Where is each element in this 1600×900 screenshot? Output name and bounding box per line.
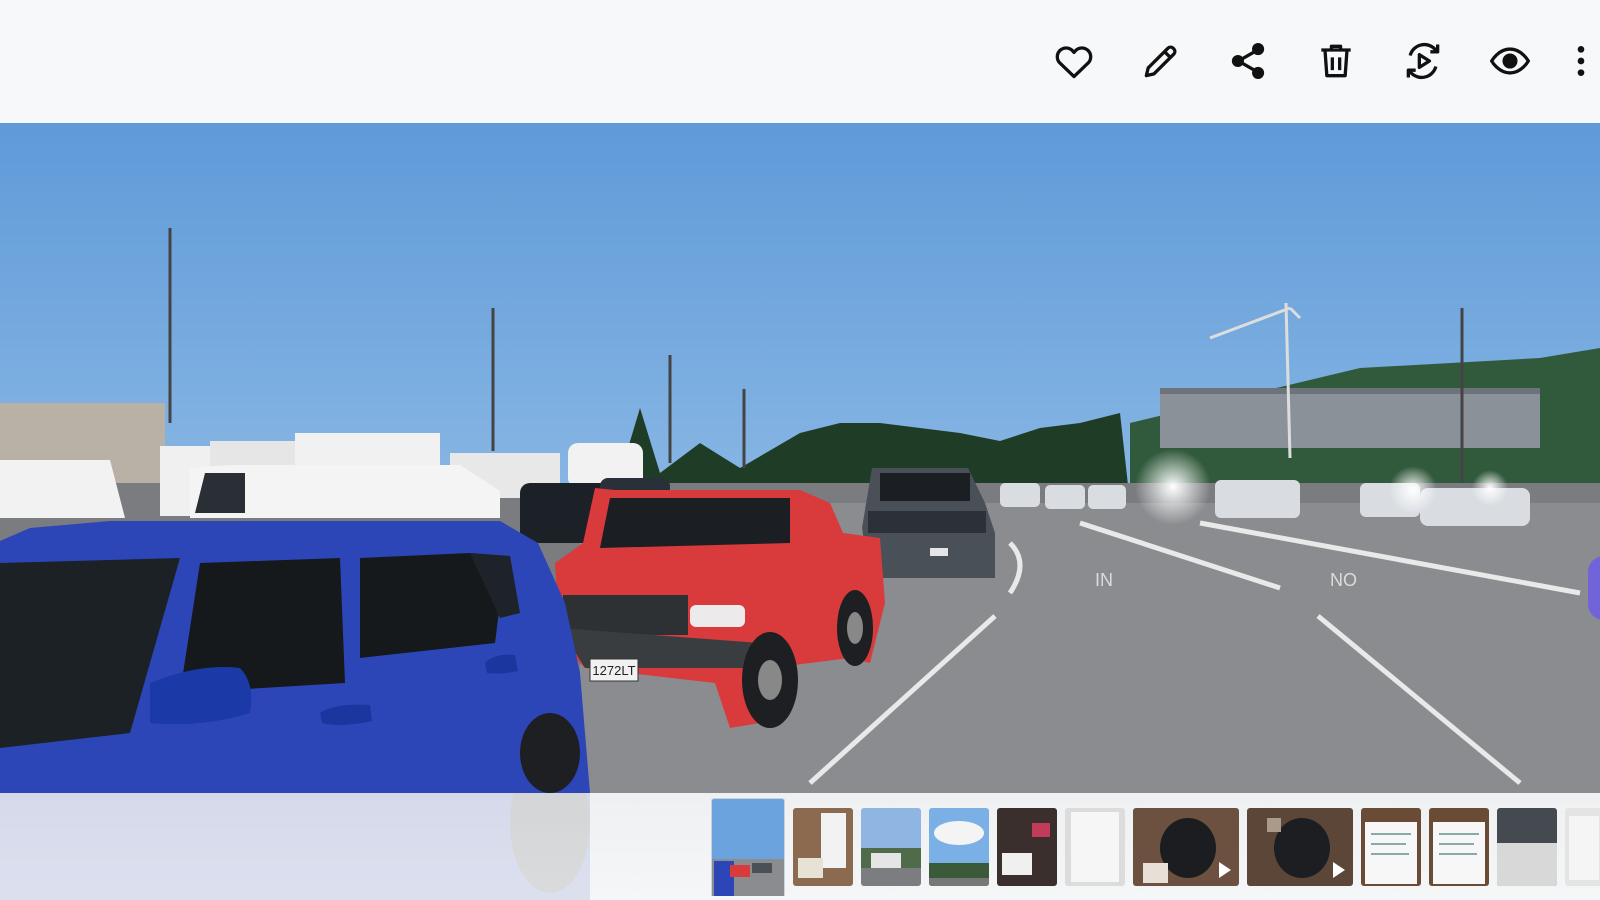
thumbnail-3[interactable] — [861, 808, 921, 886]
trash-icon[interactable] — [1313, 38, 1359, 84]
thumbnail-11[interactable] — [1497, 808, 1557, 886]
thumbnail-9[interactable] — [1361, 808, 1421, 886]
thumbnail-1[interactable] — [711, 798, 785, 896]
photo-viewer[interactable]: IN NO 1272LT — [0, 123, 1600, 793]
thumbnail-10[interactable] — [1429, 808, 1489, 886]
video-play-icon — [1219, 862, 1231, 878]
more-vertical-icon[interactable] — [1566, 38, 1596, 84]
thumbnail-8[interactable] — [1247, 808, 1353, 886]
photo-reflection — [0, 793, 590, 900]
thumbnail-6[interactable] — [1065, 808, 1125, 886]
heart-icon[interactable] — [1051, 38, 1097, 84]
pencil-icon[interactable] — [1138, 38, 1184, 84]
svg-text:NO: NO — [1330, 570, 1357, 590]
thumbnail-2[interactable] — [793, 808, 853, 886]
main-photo: IN NO 1272LT — [0, 123, 1600, 793]
thumbnail-12[interactable] — [1565, 808, 1600, 886]
eye-icon[interactable] — [1487, 38, 1533, 84]
play-sync-icon[interactable] — [1400, 38, 1446, 84]
share-icon[interactable] — [1225, 38, 1271, 84]
thumbnail-7[interactable] — [1133, 808, 1239, 886]
license-plate: 1272LT — [592, 663, 635, 678]
svg-text:IN: IN — [1095, 570, 1113, 590]
top-toolbar — [0, 0, 1600, 123]
thumbnail-5[interactable] — [997, 808, 1057, 886]
side-panel-handle[interactable] — [1588, 556, 1600, 620]
filmstrip — [711, 798, 1600, 896]
video-play-icon — [1333, 862, 1345, 878]
thumbnail-4[interactable] — [929, 808, 989, 886]
